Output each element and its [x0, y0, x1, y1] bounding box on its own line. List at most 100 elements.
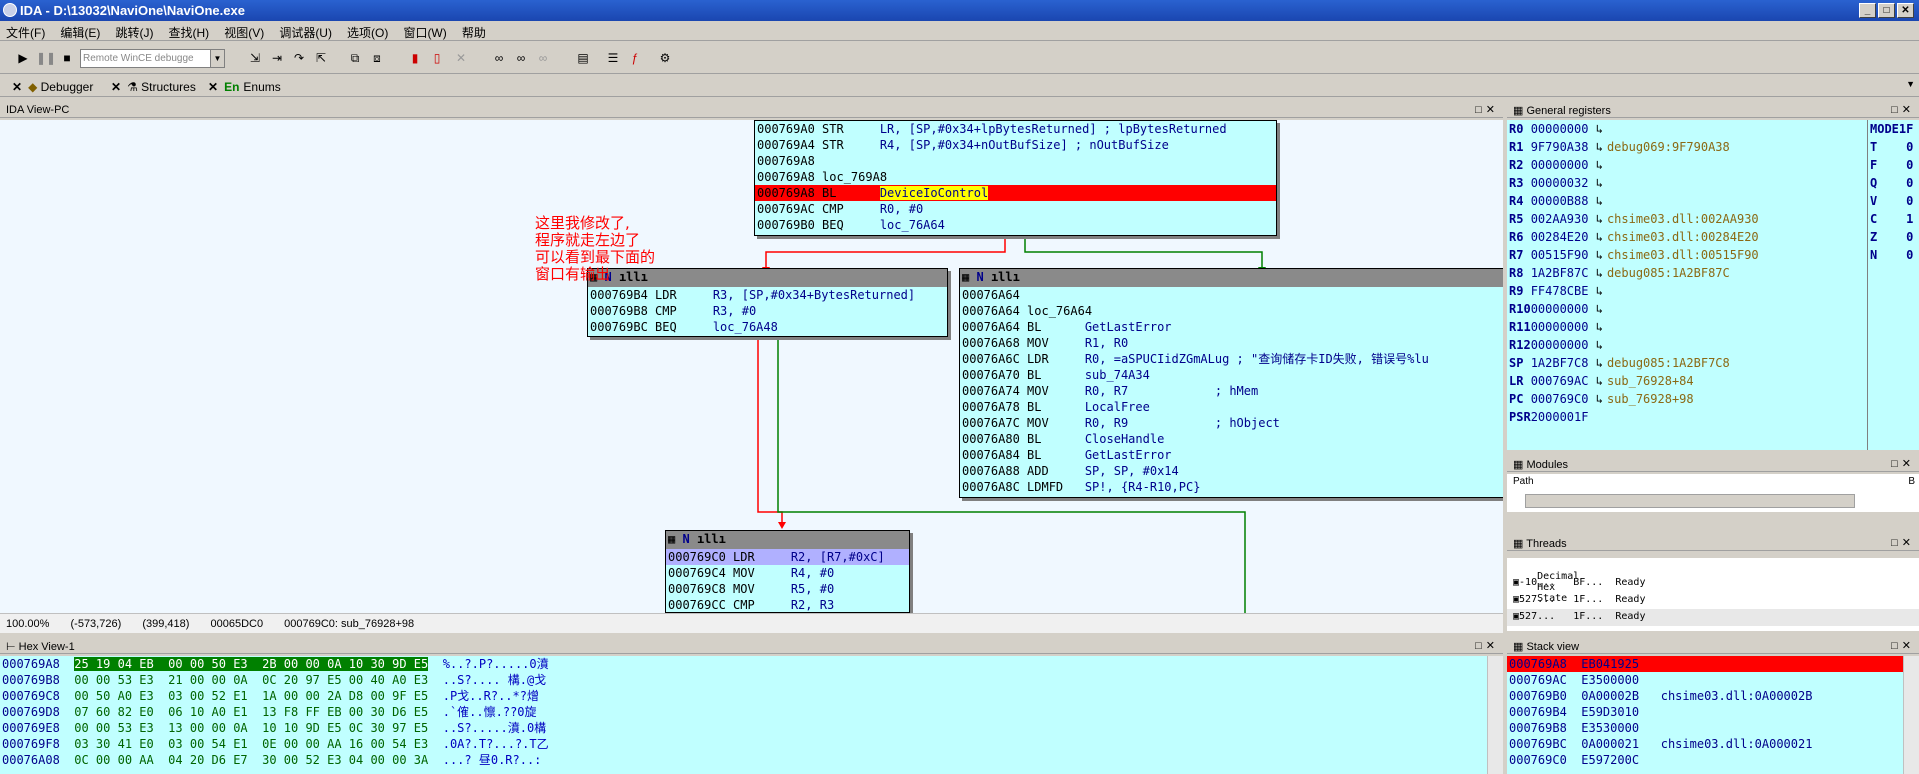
register-value[interactable]: 00000000	[1531, 158, 1589, 172]
stack-scrollbar[interactable]	[1903, 656, 1919, 774]
asm-line[interactable]: 000769A8	[755, 153, 1276, 169]
register-row[interactable]: R1000000000 ↳	[1507, 300, 1867, 318]
breakpoint-icon[interactable]: ▮	[406, 49, 424, 67]
panel-buttons[interactable]: □✕	[1891, 536, 1915, 549]
flag-row[interactable]: T 0	[1868, 138, 1919, 156]
register-value[interactable]: 00515F90	[1531, 248, 1589, 262]
graph-node-right[interactable]: ▦ N ıllı 00076A64 00076A64 loc_76A64 0007…	[959, 268, 1503, 498]
stack-row[interactable]: 000769BC 0A000021 chsime03.dll:0A000021	[1507, 736, 1919, 752]
register-row[interactable]: R1100000000 ↳	[1507, 318, 1867, 336]
register-row[interactable]: R3 00000032 ↳	[1507, 174, 1867, 192]
asm-line[interactable]: 00076A8C LDMFD SP!, {R4-R10,PC}	[960, 479, 1503, 495]
trace-window-icon[interactable]: ▤	[574, 49, 592, 67]
threads-list[interactable]: Decimal Hex State ▣-10... BF... Ready ▣52…	[1507, 558, 1919, 631]
attach-icon[interactable]: ⧉	[346, 49, 364, 67]
panel-buttons[interactable]: □✕	[1891, 639, 1915, 652]
register-row[interactable]: R9 FF478CBE ↳	[1507, 282, 1867, 300]
register-value[interactable]: 1A2BF87C	[1531, 266, 1589, 280]
hex-scrollbar[interactable]	[1487, 656, 1503, 774]
flag-row[interactable]: MODE1F	[1868, 120, 1919, 138]
register-value[interactable]: 9F790A38	[1531, 140, 1589, 154]
close-button[interactable]: ✕	[1897, 3, 1914, 18]
register-value[interactable]: 000769C0	[1531, 392, 1589, 406]
trace-disabled-icon[interactable]: ∞	[534, 49, 552, 67]
menu-window[interactable]: 窗口(W)	[397, 21, 452, 41]
flag-row[interactable]: N 0	[1868, 246, 1919, 264]
menu-debugger[interactable]: 调试器(U)	[273, 21, 338, 41]
run-to-cursor-icon[interactable]: ↷	[290, 49, 308, 67]
register-value[interactable]: 00284E20	[1531, 230, 1589, 244]
breakpoint-list-icon[interactable]: ▯	[428, 49, 446, 67]
asm-line[interactable]: 00076A64 BL GetLastError	[960, 319, 1503, 335]
asm-line[interactable]: 000769A0 STR LR, [SP,#0x34+lpBytesReturn…	[755, 121, 1276, 137]
register-value[interactable]: FF478CBE	[1531, 284, 1589, 298]
register-value[interactable]: 00000000	[1531, 302, 1589, 316]
menu-jump[interactable]: 跳转(J)	[109, 21, 159, 41]
panel-buttons[interactable]: □✕	[1891, 457, 1915, 470]
asm-line[interactable]: 00076A70 BL sub_74A34	[960, 367, 1503, 383]
asm-line[interactable]: 00076A64	[960, 287, 1503, 303]
modules-col-base[interactable]: B	[1908, 476, 1915, 487]
list-icon[interactable]: ☰	[604, 49, 622, 67]
tabs-overflow-icon[interactable]: ▼	[1906, 79, 1915, 89]
thread-row[interactable]: ▣527... 1F... Ready	[1507, 592, 1919, 609]
asm-line[interactable]: 000769CC CMP R2, R3	[666, 597, 909, 613]
register-row[interactable]: R6 00284E20 ↳ chsime03.dll:00284E20	[1507, 228, 1867, 246]
register-row[interactable]: PC 000769C0 ↳ sub_76928+98	[1507, 390, 1867, 408]
register-value[interactable]: 1A2BF7C8	[1531, 356, 1589, 370]
asm-line[interactable]: 00076A88 ADD SP, SP, #0x14	[960, 463, 1503, 479]
register-row[interactable]: LR 000769AC ↳ sub_76928+84	[1507, 372, 1867, 390]
menu-help[interactable]: 帮助	[456, 21, 492, 41]
tab-enums[interactable]: ✕ En Enums	[204, 78, 285, 96]
tab-debugger[interactable]: ✕ ◆ Debugger	[8, 78, 97, 96]
tab-structures[interactable]: ✕ ⚗ Structures	[107, 78, 200, 96]
panel-buttons[interactable]: □✕	[1475, 103, 1499, 116]
register-row[interactable]: R8 1A2BF87C ↳ debug085:1A2BF87C	[1507, 264, 1867, 282]
asm-line[interactable]: 000769BC BEQ loc_76A48	[588, 319, 947, 335]
register-row[interactable]: R2 00000000 ↳	[1507, 156, 1867, 174]
menu-view[interactable]: 视图(V)	[218, 21, 270, 41]
register-row[interactable]: R0 00000000 ↳	[1507, 120, 1867, 138]
thread-row[interactable]: ▣527... 1F... Ready	[1507, 609, 1919, 626]
modules-hscrollbar[interactable]	[1525, 494, 1855, 508]
register-row[interactable]: R5 002AA930 ↳ chsime03.dll:002AA930	[1507, 210, 1867, 228]
menu-search[interactable]: 查找(H)	[163, 21, 216, 41]
asm-line[interactable]: 000769B8 CMP R3, #0	[588, 303, 947, 319]
register-row[interactable]: PSR2000001F	[1507, 408, 1867, 426]
hex-row[interactable]: 000769D8 07 60 82 E0 06 10 A0 E1 13 F8 F…	[0, 704, 1503, 720]
asm-line[interactable]: 000769B4 LDR R3, [SP,#0x34+BytesReturned…	[588, 287, 947, 303]
asm-line[interactable]: 000769A8 loc_769A8	[755, 169, 1276, 185]
asm-line[interactable]: 00076A68 MOV R1, R0	[960, 335, 1503, 351]
stack-row[interactable]: 000769AC E3500000	[1507, 672, 1919, 688]
asm-line[interactable]: 000769A4 STR R4, [SP,#0x34+nOutBufSize] …	[755, 137, 1276, 153]
asm-line[interactable]: 000769A8 BL DeviceIoControl	[755, 185, 1276, 201]
register-value[interactable]: 00000000	[1531, 320, 1589, 334]
asm-line[interactable]: 00076A74 MOV R0, R7 ; hMem	[960, 383, 1503, 399]
hex-row[interactable]: 000769E8 00 00 53 E3 13 00 00 0A 10 10 9…	[0, 720, 1503, 736]
registers-list[interactable]: R0 00000000 ↳ R1 9F790A38 ↳ debug069:9F790…	[1507, 120, 1867, 450]
asm-line[interactable]: 000769C8 MOV R5, #0	[666, 581, 909, 597]
hex-row[interactable]: 00076A08 0C 00 00 AA 04 20 D6 E7 30 00 5…	[0, 752, 1503, 768]
modules-list[interactable]: Path B	[1507, 474, 1919, 512]
panel-buttons[interactable]: □✕	[1891, 103, 1915, 116]
register-value[interactable]: 002AA930	[1531, 212, 1589, 226]
graph-node-top[interactable]: 000769A0 STR LR, [SP,#0x34+lpBytesReturn…	[754, 120, 1277, 236]
register-row[interactable]: R1200000000 ↳	[1507, 336, 1867, 354]
asm-line[interactable]: 00076A64 loc_76A64	[960, 303, 1503, 319]
register-value[interactable]: 00000032	[1531, 176, 1589, 190]
modules-col-path[interactable]: Path	[1513, 476, 1534, 487]
asm-line[interactable]: 000769C4 MOV R4, #0	[666, 565, 909, 581]
trace-functions-icon[interactable]: ∞	[512, 49, 530, 67]
register-row[interactable]: R4 00000B88 ↳	[1507, 192, 1867, 210]
debugger-select[interactable]: Remote WinCE debugge ▼	[80, 49, 225, 68]
delete-breakpoint-icon[interactable]: ✕	[452, 49, 470, 67]
hex-row[interactable]: 000769B8 00 00 53 E3 21 00 00 0A 0C 20 9…	[0, 672, 1503, 688]
asm-line[interactable]: 000769C0 LDR R2, [R7,#0xC]	[666, 549, 909, 565]
run-icon[interactable]: ▶	[14, 49, 32, 67]
register-value[interactable]: 2000001F	[1531, 410, 1589, 424]
asm-line[interactable]: 00076A7C MOV R0, R9 ; hObject	[960, 415, 1503, 431]
asm-line[interactable]: 00076A78 BL LocalFree	[960, 399, 1503, 415]
stack-row[interactable]: 000769B4 E59D3010	[1507, 704, 1919, 720]
stack-row[interactable]: 000769A8 EB041925	[1507, 656, 1919, 672]
thread-row[interactable]: ▣-10... BF... Ready	[1507, 575, 1919, 592]
